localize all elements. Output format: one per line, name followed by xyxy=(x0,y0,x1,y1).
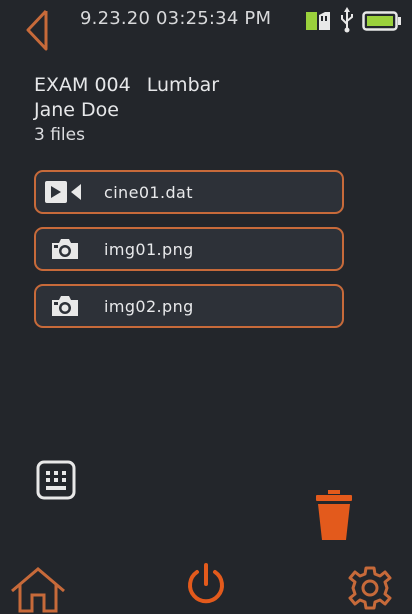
power-button[interactable] xyxy=(186,562,226,610)
file-item-img02[interactable]: img02.png xyxy=(34,284,344,328)
exam-title: EXAM 004 Lumbar xyxy=(34,73,229,98)
back-arrow-icon xyxy=(26,9,48,51)
file-list: cine01.dat img01.png img02.png xyxy=(34,170,344,341)
power-icon xyxy=(188,563,224,604)
delete-button[interactable] xyxy=(313,490,355,544)
file-name: img02.png xyxy=(104,296,194,316)
file-item-img01[interactable]: img01.png xyxy=(34,227,344,271)
settings-button[interactable] xyxy=(345,565,395,614)
video-icon xyxy=(42,176,88,208)
patient-name: Jane Doe xyxy=(34,99,119,121)
file-name: cine01.dat xyxy=(104,182,193,202)
sd-card-icon xyxy=(306,12,330,34)
trash-icon xyxy=(316,490,352,540)
home-icon xyxy=(11,567,65,613)
exam-region: Lumbar xyxy=(146,74,220,96)
datetime: 9.23.20 03:25:34 PM xyxy=(80,8,272,29)
file-name: img01.png xyxy=(104,239,194,259)
gear-icon xyxy=(348,566,392,610)
camera-icon xyxy=(42,290,88,322)
exam-id: EXAM 004 xyxy=(34,74,131,96)
keyboard-button[interactable] xyxy=(36,460,76,504)
exam-info: EXAM 004 Lumbar Jane Doe 3 files xyxy=(34,73,229,148)
home-button[interactable] xyxy=(8,565,68,614)
screen: 9.23.20 03:25:34 PM EXAM 004 Lumbar Jane… xyxy=(0,0,412,614)
keyboard-icon xyxy=(36,460,76,500)
file-item-cine01[interactable]: cine01.dat xyxy=(34,170,344,214)
files-count: 3 files xyxy=(34,125,85,145)
usb-icon xyxy=(340,7,354,37)
camera-icon xyxy=(42,233,88,265)
back-button[interactable] xyxy=(20,8,54,52)
battery-full-icon xyxy=(362,11,402,35)
